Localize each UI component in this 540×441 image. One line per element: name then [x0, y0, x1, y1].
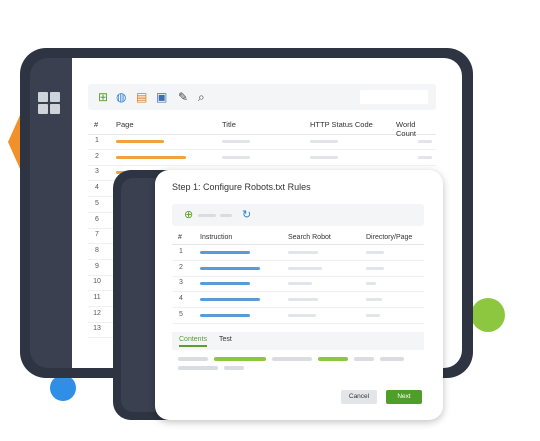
search-input[interactable]	[360, 90, 428, 104]
table-row[interactable]: 2	[88, 150, 436, 166]
dialog-table-row[interactable]: 3	[172, 276, 424, 293]
content-line	[380, 357, 404, 361]
robot-placeholder	[288, 282, 312, 286]
cell-placeholder	[222, 140, 250, 143]
dialog-table-row[interactable]: 5	[172, 308, 424, 324]
row-number: 11	[93, 294, 101, 301]
robot-placeholder	[288, 298, 318, 302]
next-button[interactable]: Next	[386, 390, 422, 404]
refresh-icon[interactable]: ↻	[242, 208, 251, 221]
table-row[interactable]: 1	[88, 134, 436, 150]
row-number: 3	[95, 168, 99, 176]
content-line	[178, 366, 218, 370]
dialog-column-header-robot: Search Robot	[288, 234, 331, 241]
page-settings-icon[interactable]: ▤	[136, 90, 147, 104]
dialog-table-row[interactable]: 2	[172, 261, 424, 277]
globe-icon[interactable]: ◍	[116, 90, 126, 104]
row-number: 6	[95, 215, 99, 223]
row-number: 1	[179, 248, 183, 255]
row-number: 9	[95, 262, 99, 270]
row-number: 12	[93, 309, 101, 317]
background-toolbar: ⊞ ◍ ▤ ▣ ✎ ⌕	[88, 84, 436, 110]
row-number: 2	[95, 152, 99, 160]
instruction-bar	[200, 266, 260, 270]
instruction-bar	[200, 251, 250, 254]
content-line	[318, 357, 348, 361]
content-line	[354, 357, 374, 361]
column-header-number: #	[94, 120, 99, 129]
directory-placeholder	[366, 282, 376, 286]
robot-placeholder	[288, 251, 318, 254]
row-number: 4	[179, 295, 183, 303]
dialog-column-header-directory: Directory/Page	[366, 234, 413, 241]
directory-placeholder	[366, 313, 380, 317]
dialog-sidebar	[121, 178, 155, 412]
tab-test[interactable]: Test	[219, 336, 232, 343]
row-number: 8	[95, 246, 99, 254]
row-number: 13	[93, 325, 101, 333]
page-bar	[116, 155, 186, 159]
add-icon[interactable]: ⊞	[98, 90, 108, 104]
row-number: 3	[179, 279, 183, 287]
cell-placeholder	[310, 155, 338, 159]
tab-contents[interactable]: Contents	[179, 336, 208, 347]
toolbar-placeholder	[220, 214, 232, 217]
robot-settings-icon[interactable]: ▣	[156, 90, 167, 104]
column-header-title: Title	[222, 120, 236, 129]
content-line	[224, 366, 244, 370]
dialog-table-row[interactable]: 1	[172, 245, 424, 261]
content-line	[178, 357, 208, 361]
cell-placeholder	[418, 155, 432, 159]
directory-placeholder	[366, 266, 384, 270]
app-logo-icon	[38, 92, 62, 116]
instruction-bar	[200, 282, 250, 286]
blue-decoration	[50, 375, 76, 401]
column-header-status: HTTP Status Code	[310, 120, 373, 129]
search-icon[interactable]: ⌕	[198, 90, 205, 104]
row-number: 10	[93, 278, 101, 286]
row-number: 5	[179, 310, 183, 318]
cell-placeholder	[222, 155, 250, 159]
row-number: 5	[95, 199, 99, 207]
dialog-title: Step 1: Configure Robots.txt Rules	[172, 182, 311, 192]
wrench-icon[interactable]: ✎	[178, 90, 188, 104]
robot-placeholder	[288, 266, 322, 270]
page-bar	[116, 140, 164, 143]
green-decoration	[471, 298, 505, 332]
content-line	[272, 357, 312, 361]
cell-placeholder	[418, 140, 432, 143]
row-number: 4	[95, 184, 99, 192]
dialog-tabs: Contents Test	[172, 332, 424, 350]
dialog-toolbar: ⊕ ↻	[172, 204, 424, 226]
cell-placeholder	[310, 140, 338, 143]
toolbar-placeholder	[198, 214, 216, 217]
directory-placeholder	[366, 298, 382, 302]
dialog-table-row[interactable]: 4	[172, 292, 424, 309]
directory-placeholder	[366, 251, 384, 254]
robot-placeholder	[288, 313, 316, 317]
dialog-column-header-number: #	[178, 234, 182, 241]
row-number: 7	[95, 231, 99, 239]
instruction-bar	[200, 298, 260, 302]
row-number: 1	[95, 137, 99, 144]
instruction-bar	[200, 313, 250, 317]
cancel-button[interactable]: Cancel	[341, 390, 377, 404]
dialog-table-header: # Instruction Search Robot Directory/Pag…	[172, 230, 424, 245]
add-rule-icon[interactable]: ⊕	[184, 208, 193, 221]
row-number: 2	[179, 263, 183, 271]
dialog-column-header-instruction: Instruction	[200, 234, 233, 241]
column-header-page: Page	[116, 120, 134, 129]
content-line	[214, 357, 266, 361]
background-table-header: # Page Title HTTP Status Code World Coun…	[88, 116, 436, 138]
